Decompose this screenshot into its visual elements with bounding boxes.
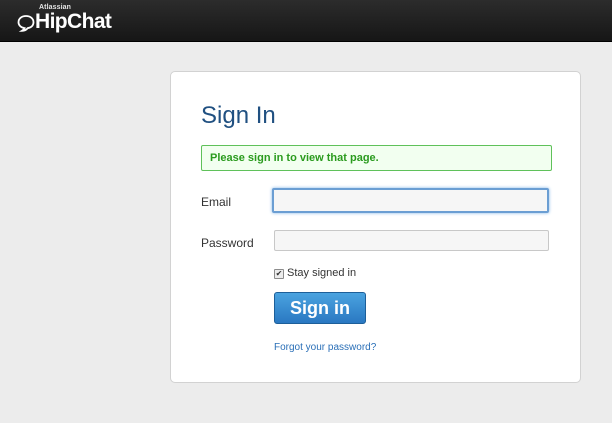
email-label: Email	[201, 195, 232, 209]
hipchat-logo[interactable]: Atlassian HipChat	[17, 3, 117, 37]
logo-brand-name: HipChat	[35, 10, 112, 33]
speech-bubble-icon	[17, 15, 35, 32]
alert-message: Please sign in to view that page.	[201, 145, 552, 171]
page-title: Sign In	[201, 102, 276, 129]
sign-in-button[interactable]: Sign in	[274, 292, 366, 324]
stay-signed-in-checkbox[interactable]: ✔	[274, 269, 284, 279]
password-label: Password	[201, 236, 254, 250]
forgot-password-link[interactable]: Forgot your password?	[274, 342, 376, 353]
password-field[interactable]	[274, 230, 549, 251]
email-field[interactable]	[272, 188, 549, 213]
signin-card: Sign In Please sign in to view that page…	[170, 71, 581, 383]
top-bar: Atlassian HipChat	[0, 0, 612, 42]
stay-signed-in-label[interactable]: Stay signed in	[287, 267, 356, 279]
